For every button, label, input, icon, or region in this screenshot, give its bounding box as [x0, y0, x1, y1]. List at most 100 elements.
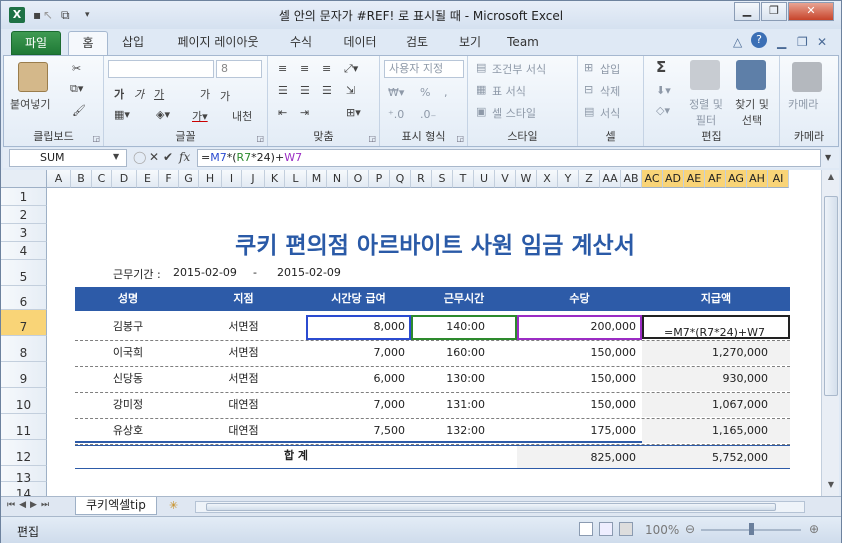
- align-center-icon[interactable]: ☰: [300, 84, 310, 97]
- worksheet-grid[interactable]: 쿠키 편의점 아르바이트 사원 임금 계산서 근무기간 : 2015-02-09…: [1, 170, 823, 496]
- scroll-thumb[interactable]: [824, 196, 838, 396]
- format-cells-button[interactable]: 서식: [600, 105, 620, 121]
- row-header-9[interactable]: 9: [1, 362, 47, 388]
- column-header-m[interactable]: M: [307, 170, 327, 188]
- column-header-g[interactable]: G: [179, 170, 199, 188]
- column-header-q[interactable]: Q: [390, 170, 411, 188]
- column-header-a[interactable]: A: [47, 170, 71, 188]
- tab-data[interactable]: 데이터: [335, 31, 385, 55]
- row-header-5[interactable]: 5: [1, 260, 47, 286]
- cell-bonus[interactable]: 150,000: [517, 341, 642, 365]
- fill-color-icon[interactable]: ◈▾: [156, 108, 170, 121]
- ribbon-minimize-icon[interactable]: △: [733, 35, 742, 49]
- row-header-4[interactable]: 4: [1, 242, 47, 260]
- minimize-button[interactable]: ▁: [734, 2, 760, 21]
- orientation-icon[interactable]: ⤢▾: [344, 62, 358, 76]
- close-button[interactable]: ✕: [788, 2, 834, 21]
- column-header-ag[interactable]: AG: [726, 170, 747, 188]
- bold-button[interactable]: 가: [114, 86, 124, 102]
- column-header-v[interactable]: V: [495, 170, 516, 188]
- row-header-14[interactable]: 14: [1, 482, 47, 496]
- formula-expand-icon[interactable]: ▼: [825, 153, 831, 162]
- column-header-ad[interactable]: AD: [663, 170, 684, 188]
- cell-rate[interactable]: 6,000: [306, 367, 411, 391]
- alignment-launcher-icon[interactable]: ◲: [368, 134, 376, 143]
- cell-name[interactable]: 김봉구: [75, 315, 181, 339]
- insert-cells-button[interactable]: 삽입: [600, 61, 620, 77]
- name-box-dropdown-icon[interactable]: ▼: [113, 152, 119, 161]
- cell-bonus[interactable]: 175,000: [517, 419, 642, 443]
- h-scroll-thumb[interactable]: [206, 503, 776, 511]
- cell-rate[interactable]: 7,000: [306, 341, 411, 365]
- copy-icon[interactable]: ⧉▾: [70, 82, 83, 96]
- column-header-af[interactable]: AF: [705, 170, 726, 188]
- align-bottom-icon[interactable]: ≡: [322, 62, 331, 75]
- align-middle-icon[interactable]: ≡: [300, 62, 309, 75]
- column-header-h[interactable]: H: [199, 170, 222, 188]
- tab-insert[interactable]: 삽입: [113, 31, 153, 55]
- help-icon[interactable]: ?: [751, 32, 767, 48]
- zoom-out-icon[interactable]: ⊖: [685, 522, 695, 536]
- clear-icon[interactable]: ◇▾: [656, 104, 670, 117]
- column-header-j[interactable]: J: [242, 170, 265, 188]
- tab-home[interactable]: 홈: [68, 31, 108, 55]
- total-bonus[interactable]: 825,000: [517, 446, 642, 468]
- underline-button[interactable]: 가: [154, 86, 164, 102]
- doc-minimize-icon[interactable]: ▁: [777, 35, 786, 49]
- zoom-slider-thumb[interactable]: [749, 523, 754, 535]
- clipboard-launcher-icon[interactable]: ◲: [92, 134, 100, 143]
- wrap-text-icon[interactable]: ⇲: [346, 84, 355, 97]
- total-pay[interactable]: 5,752,000: [642, 446, 790, 468]
- normal-view-icon[interactable]: [579, 522, 593, 536]
- column-header-f[interactable]: F: [159, 170, 179, 188]
- indent-decrease-icon[interactable]: ⇤: [278, 106, 287, 119]
- column-header-l[interactable]: L: [285, 170, 307, 188]
- tab-formulas[interactable]: 수식: [281, 31, 321, 55]
- align-right-icon[interactable]: ☰: [322, 84, 332, 97]
- column-header-n[interactable]: N: [327, 170, 348, 188]
- column-header-d[interactable]: D: [112, 170, 137, 188]
- cell-branch[interactable]: 대연점: [181, 419, 306, 443]
- row-header-1[interactable]: 1: [1, 188, 47, 206]
- number-launcher-icon[interactable]: ◲: [456, 134, 464, 143]
- insert-cells-icon[interactable]: ⊞: [584, 61, 593, 74]
- sheet-tab-active[interactable]: 쿠키엑셀tip: [75, 497, 157, 515]
- align-left-icon[interactable]: ☰: [278, 84, 288, 97]
- column-header-u[interactable]: U: [474, 170, 495, 188]
- cell-style-icon[interactable]: ▣: [476, 105, 486, 118]
- sheet-nav-icons[interactable]: ⏮◀▶⏭: [7, 500, 53, 510]
- cell-hours[interactable]: 160:00: [411, 341, 517, 365]
- cell-bonus[interactable]: 150,000: [517, 393, 642, 417]
- indent-increase-icon[interactable]: ⇥: [300, 106, 309, 119]
- column-header-ac[interactable]: AC: [642, 170, 663, 188]
- cell-name[interactable]: 신당동: [75, 367, 181, 391]
- sort-filter-button[interactable]: 정렬 및 필터: [686, 96, 726, 128]
- scroll-down-icon[interactable]: ▼: [824, 480, 838, 492]
- font-name-combo[interactable]: [108, 60, 214, 78]
- total-label[interactable]: 합 계: [181, 444, 411, 468]
- cell-rate[interactable]: 7,000: [306, 393, 411, 417]
- scroll-up-icon[interactable]: ▲: [824, 172, 838, 184]
- page-break-view-icon[interactable]: [619, 522, 633, 536]
- vertical-scrollbar[interactable]: ▲ ▼: [821, 170, 839, 496]
- cell-name[interactable]: 이국희: [75, 341, 181, 365]
- cut-icon[interactable]: ✂: [72, 62, 81, 75]
- cell-pay[interactable]: =M7*(R7*24)+W7: [642, 315, 790, 339]
- cell-pay[interactable]: 930,000: [642, 367, 790, 391]
- merge-icon[interactable]: ⊞▾: [346, 106, 361, 119]
- tab-review[interactable]: 검토: [397, 31, 437, 55]
- pattern-button[interactable]: 내천: [232, 108, 252, 124]
- page-layout-view-icon[interactable]: [599, 522, 613, 536]
- align-top-icon[interactable]: ≡: [278, 62, 287, 75]
- shrink-font-button[interactable]: 가: [220, 88, 230, 104]
- decrease-decimal-icon[interactable]: .0₋: [420, 108, 436, 121]
- cell-name[interactable]: 강미정: [75, 393, 181, 417]
- horizontal-scrollbar[interactable]: [195, 501, 805, 513]
- tab-page-layout[interactable]: 페이지 레이아웃: [167, 31, 269, 55]
- font-launcher-icon[interactable]: ◲: [256, 134, 264, 143]
- column-header-i[interactable]: I: [222, 170, 242, 188]
- font-color-icon[interactable]: 가▾: [192, 108, 208, 124]
- cell-rate[interactable]: 7,500: [306, 419, 411, 443]
- formula-input[interactable]: =M7*(R7*24)+W7: [197, 149, 821, 167]
- cell-name[interactable]: 유상호: [75, 419, 181, 443]
